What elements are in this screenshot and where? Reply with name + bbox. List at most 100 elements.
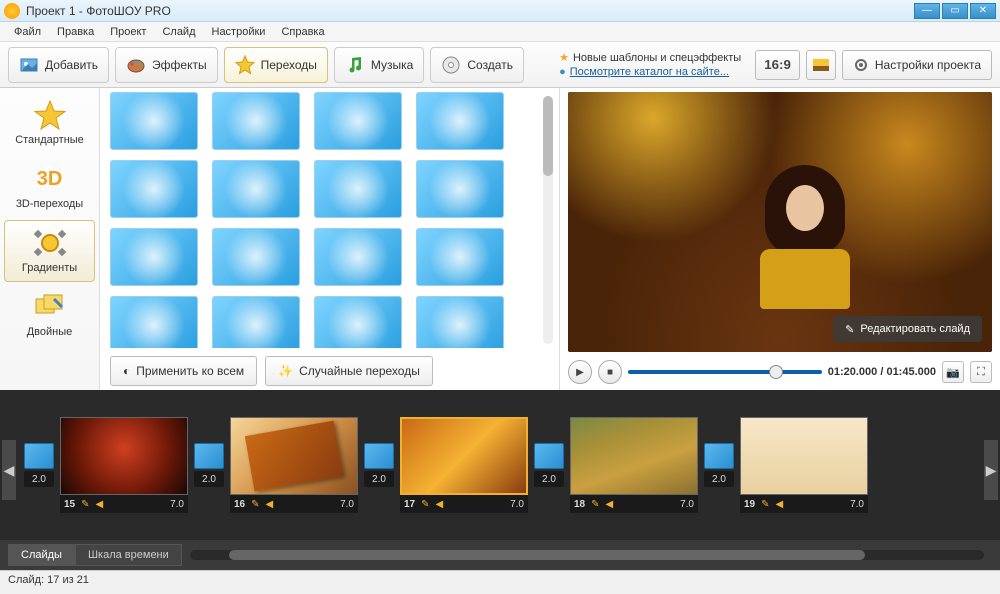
tab-slides[interactable]: Слайды: [8, 544, 75, 566]
seek-knob[interactable]: [769, 365, 783, 379]
menu-settings[interactable]: Настройки: [204, 26, 274, 38]
timeline-transition[interactable]: 2.0: [704, 443, 734, 487]
promo-line1: Новые шаблоны и спецэффекты: [573, 51, 741, 65]
category-double[interactable]: Двойные: [4, 284, 95, 346]
project-settings-button[interactable]: Настройки проекта: [842, 50, 992, 80]
timeline-scroll-right[interactable]: ▶: [984, 440, 998, 500]
timeline-transition[interactable]: 2.0: [364, 443, 394, 487]
aspect-ratio-button[interactable]: 16:9: [755, 50, 800, 80]
nav-add[interactable]: Добавить: [8, 47, 109, 83]
grid-actions: ◐ Применить ко всем ✨ Случайные переходы: [110, 348, 555, 386]
transition-thumb[interactable]: [416, 160, 504, 218]
bottom-bar: Слайды Шкала времени: [0, 540, 1000, 570]
transition-thumb[interactable]: [212, 160, 300, 218]
transition-thumb[interactable]: [110, 160, 198, 218]
transition-thumb[interactable]: [314, 160, 402, 218]
toolbar: Добавить Эффекты Переходы Музыка Создать…: [0, 42, 1000, 88]
category-gradients-label: Градиенты: [22, 262, 77, 274]
three-d-icon: 3D: [32, 164, 68, 194]
gradient-icon: [32, 228, 68, 258]
tab-timescale[interactable]: Шкала времени: [75, 544, 182, 566]
transition-thumb[interactable]: [416, 92, 504, 150]
transition-thumb[interactable]: [416, 228, 504, 286]
star-icon: [235, 55, 255, 75]
transition-duration: 2.0: [24, 471, 54, 487]
slide-duration: 7.0: [850, 499, 864, 510]
wand-icon: ✨: [278, 364, 293, 378]
play-button[interactable]: ▶: [568, 360, 592, 384]
nav-effects[interactable]: Эффекты: [115, 47, 218, 83]
preview-column: ✎ Редактировать слайд ▶ ■ 01:20.000 / 01…: [560, 88, 1000, 390]
camera-icon: 📷: [946, 366, 960, 379]
apply-all-button[interactable]: ◐ Применить ко всем: [110, 356, 257, 386]
slide-number: 19: [744, 499, 755, 510]
sound-icon: ◀: [606, 499, 614, 510]
sound-icon: ◀: [436, 499, 444, 510]
category-standard[interactable]: Стандартные: [4, 92, 95, 154]
timeline-horizontal-scrollbar[interactable]: [190, 550, 984, 560]
disc-icon: [441, 55, 461, 75]
background-color-button[interactable]: [806, 50, 836, 80]
picture-icon: [813, 59, 829, 71]
timeline-slide-selected[interactable]: 17✎◀7.0: [400, 417, 528, 513]
transition-thumb[interactable]: [110, 296, 198, 348]
maximize-button[interactable]: ▭: [942, 3, 968, 19]
category-3d[interactable]: 3D 3D-переходы: [4, 156, 95, 218]
random-transitions-button[interactable]: ✨ Случайные переходы: [265, 356, 433, 386]
timeline-slide[interactable]: 16✎◀7.0: [230, 417, 358, 513]
timeline-slide[interactable]: 15✎◀7.0: [60, 417, 188, 513]
timeline-content: 2.0 15✎◀7.0 2.0 16✎◀7.0 2.0 17✎◀7.0 2.0: [24, 417, 868, 513]
time-display: 01:20.000 / 01:45.000: [828, 366, 936, 378]
transition-thumb[interactable]: [110, 92, 198, 150]
timeline-scroll-left[interactable]: ◀: [2, 440, 16, 500]
timeline-slide[interactable]: 19✎◀7.0: [740, 417, 868, 513]
double-icon: [32, 292, 68, 322]
timeline-slide[interactable]: 18✎◀7.0: [570, 417, 698, 513]
menu-file[interactable]: Файл: [6, 26, 49, 38]
close-button[interactable]: ✕: [970, 3, 996, 19]
snapshot-button[interactable]: 📷: [942, 361, 964, 383]
category-gradients[interactable]: Градиенты: [4, 220, 95, 282]
nav-music[interactable]: Музыка: [334, 47, 424, 83]
transition-thumb[interactable]: [212, 228, 300, 286]
menu-edit[interactable]: Правка: [49, 26, 102, 38]
timeline-transition[interactable]: 2.0: [194, 443, 224, 487]
transition-thumb[interactable]: [212, 92, 300, 150]
seek-bar[interactable]: [628, 370, 822, 374]
nav-transitions-label: Переходы: [261, 58, 317, 72]
timeline-transition[interactable]: 2.0: [534, 443, 564, 487]
slide-duration: 7.0: [510, 499, 524, 510]
fullscreen-icon: ⛶: [977, 366, 985, 379]
promo-link[interactable]: Посмотрите каталог на сайте...: [570, 65, 729, 79]
transitions-scroll: [110, 92, 555, 348]
minimize-button[interactable]: —: [914, 3, 940, 19]
edit-slide-button[interactable]: ✎ Редактировать слайд: [833, 316, 982, 342]
transition-thumb[interactable]: [314, 92, 402, 150]
category-double-label: Двойные: [27, 326, 73, 338]
slide-number: 15: [64, 499, 75, 510]
transition-thumb[interactable]: [314, 296, 402, 348]
nav-transitions[interactable]: Переходы: [224, 47, 328, 83]
transition-thumb[interactable]: [416, 296, 504, 348]
menu-help[interactable]: Справка: [273, 26, 332, 38]
transitions-scrollbar[interactable]: [543, 96, 553, 344]
preview-canvas: ✎ Редактировать слайд: [568, 92, 992, 352]
transition-thumb[interactable]: [314, 228, 402, 286]
menu-project[interactable]: Проект: [102, 26, 154, 38]
main-area: Стандартные 3D 3D-переходы Градиенты Дво…: [0, 88, 1000, 390]
transition-thumb[interactable]: [212, 296, 300, 348]
stop-button[interactable]: ■: [598, 360, 622, 384]
nav-create[interactable]: Создать: [430, 47, 524, 83]
timeline-transition[interactable]: 2.0: [24, 443, 54, 487]
menu-slide[interactable]: Слайд: [154, 26, 203, 38]
statusbar: Слайд: 17 из 21: [0, 570, 1000, 588]
category-3d-label: 3D-переходы: [16, 198, 83, 210]
sound-icon: ◀: [96, 499, 104, 510]
transition-duration: 2.0: [534, 471, 564, 487]
slide-number: 18: [574, 499, 585, 510]
fullscreen-button[interactable]: ⛶: [970, 361, 992, 383]
transition-duration: 2.0: [364, 471, 394, 487]
nav-add-label: Добавить: [45, 58, 98, 72]
category-standard-label: Стандартные: [15, 134, 84, 146]
transition-thumb[interactable]: [110, 228, 198, 286]
